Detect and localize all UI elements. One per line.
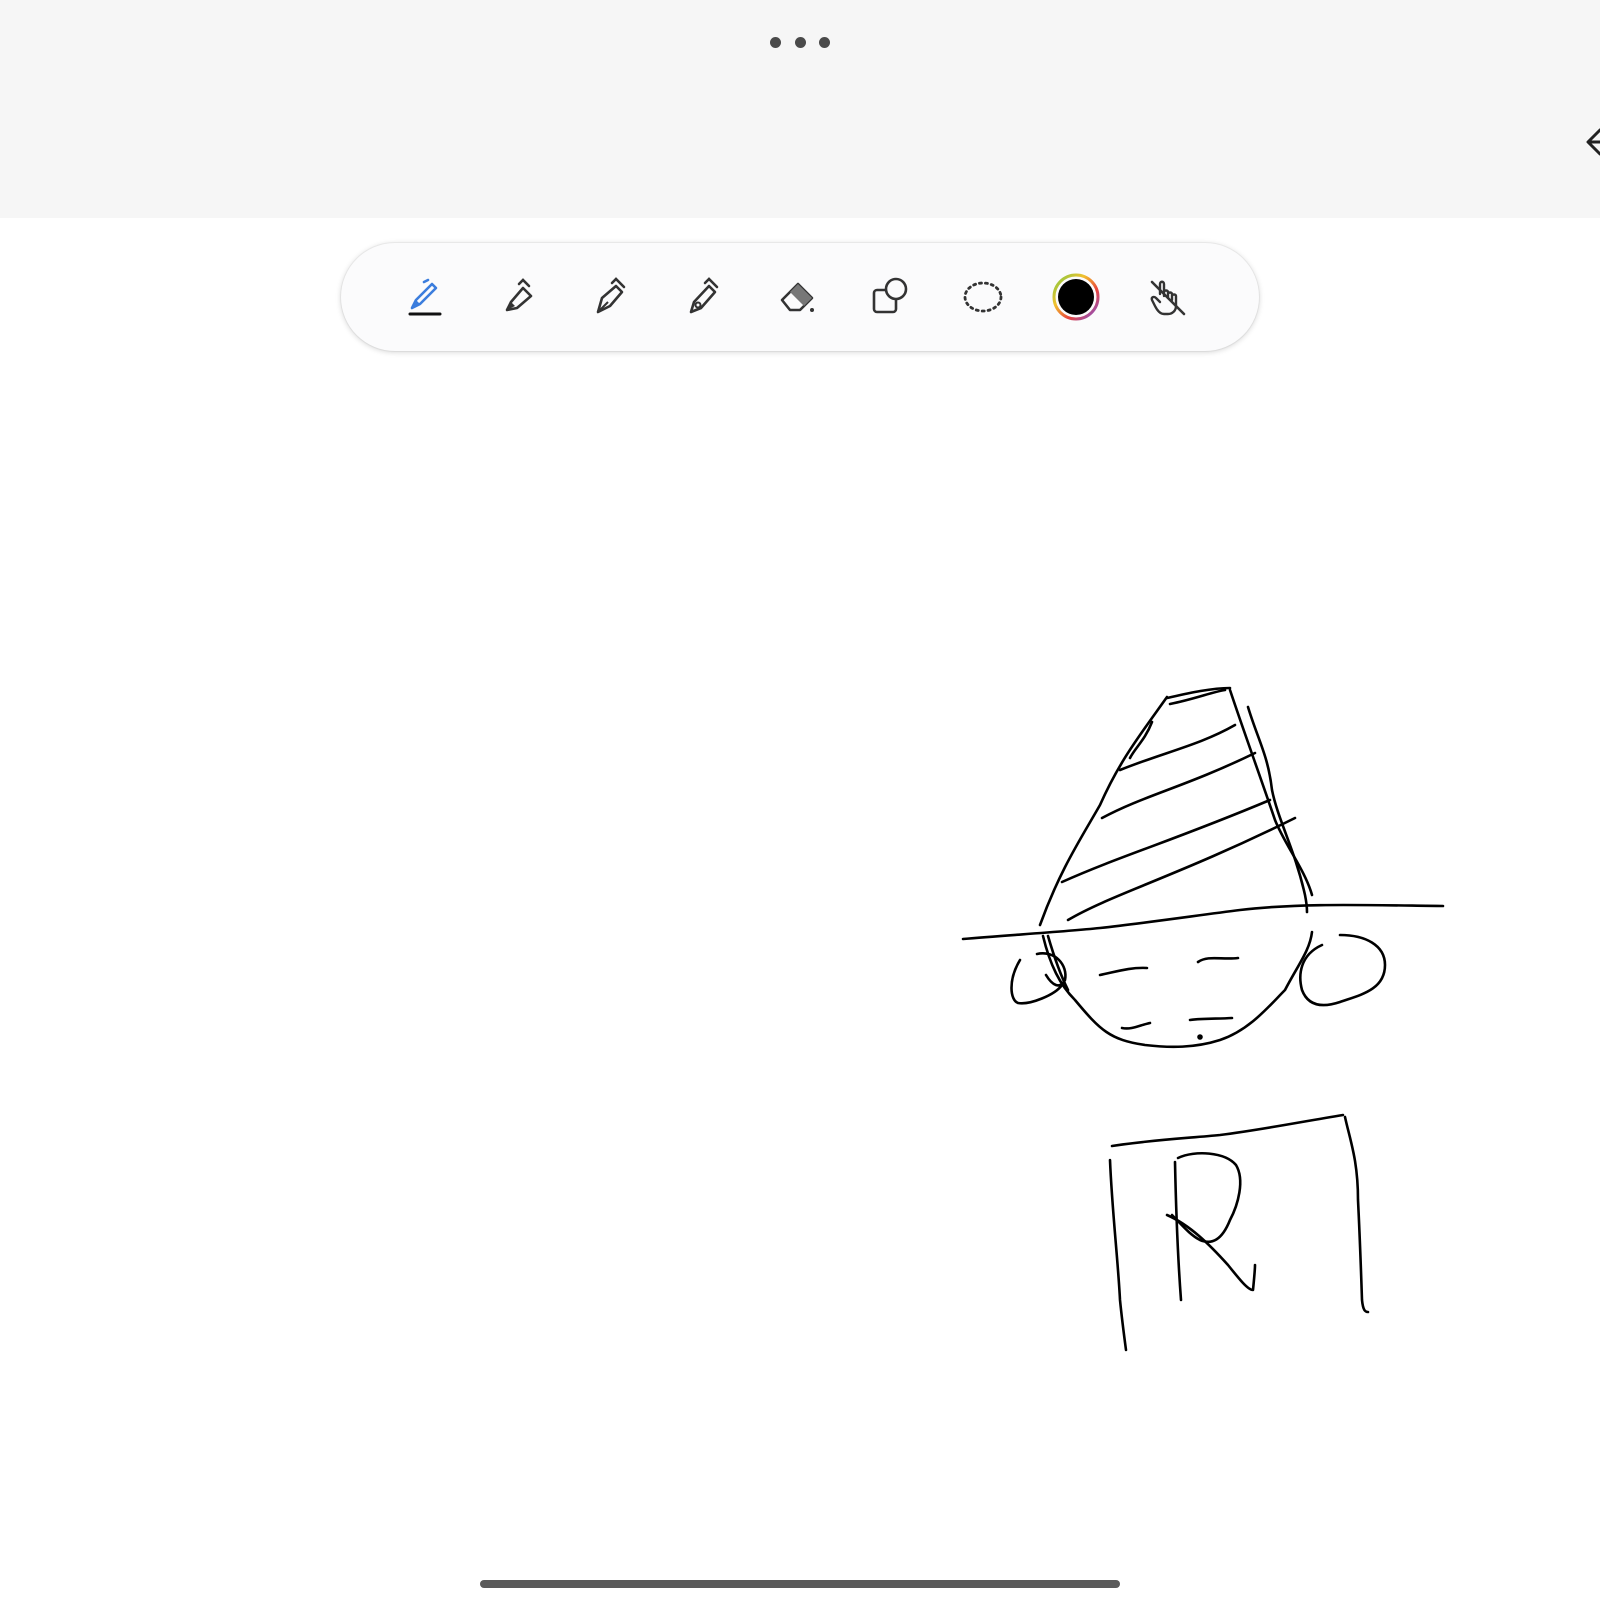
lasso-icon: [963, 281, 1003, 313]
hat-stripe: [1060, 798, 1272, 884]
left-eye: [1098, 966, 1149, 977]
hand-off-icon: [1150, 280, 1186, 316]
hat-left-stroke: [1128, 720, 1154, 760]
touch-drawing-toggle[interactable]: [1139, 267, 1199, 327]
right-ear: [1299, 933, 1387, 1007]
letter-r-stem: [1173, 1160, 1183, 1302]
color-picker-button[interactable]: [1046, 267, 1106, 327]
mouth-mark: [1120, 1021, 1152, 1030]
eraser-icon: [780, 282, 814, 312]
letter-r-bowl: [1170, 1152, 1242, 1244]
lasso-tool-button[interactable]: [953, 267, 1013, 327]
dot-mark: [1197, 1034, 1203, 1040]
color-swatch-icon: [1052, 273, 1100, 321]
fountain-pen-icon: [596, 277, 626, 314]
hat-right-stroke: [1246, 705, 1309, 914]
home-indicator[interactable]: [480, 1580, 1120, 1588]
fountain-pen-tool-button[interactable]: [581, 267, 641, 327]
highlighter-icon: [505, 278, 533, 312]
drawing-toolbar: [341, 243, 1259, 351]
pen-tool-button[interactable]: [395, 267, 455, 327]
hat-right-edge: [1228, 688, 1314, 897]
highlighter-tool-button[interactable]: [488, 267, 548, 327]
box-left: [1108, 1158, 1128, 1352]
shapes-tool-button[interactable]: [860, 267, 920, 327]
box-right: [1343, 1115, 1370, 1314]
calligraphy-pen-icon: [689, 277, 719, 314]
box-top: [1110, 1113, 1345, 1148]
right-eye: [1196, 956, 1240, 964]
face-outline: [1041, 930, 1314, 1049]
calligraphy-pen-tool-button[interactable]: [674, 267, 734, 327]
sketch-drawing: [961, 686, 1445, 1352]
hat-stripe: [1066, 816, 1297, 922]
mouth-mark: [1188, 1016, 1234, 1022]
hat-stripe: [1100, 751, 1257, 820]
shapes-icon: [872, 277, 908, 314]
eraser-tool-button[interactable]: [767, 267, 827, 327]
hat-brim: [961, 903, 1445, 941]
pen-icon: [408, 278, 442, 316]
